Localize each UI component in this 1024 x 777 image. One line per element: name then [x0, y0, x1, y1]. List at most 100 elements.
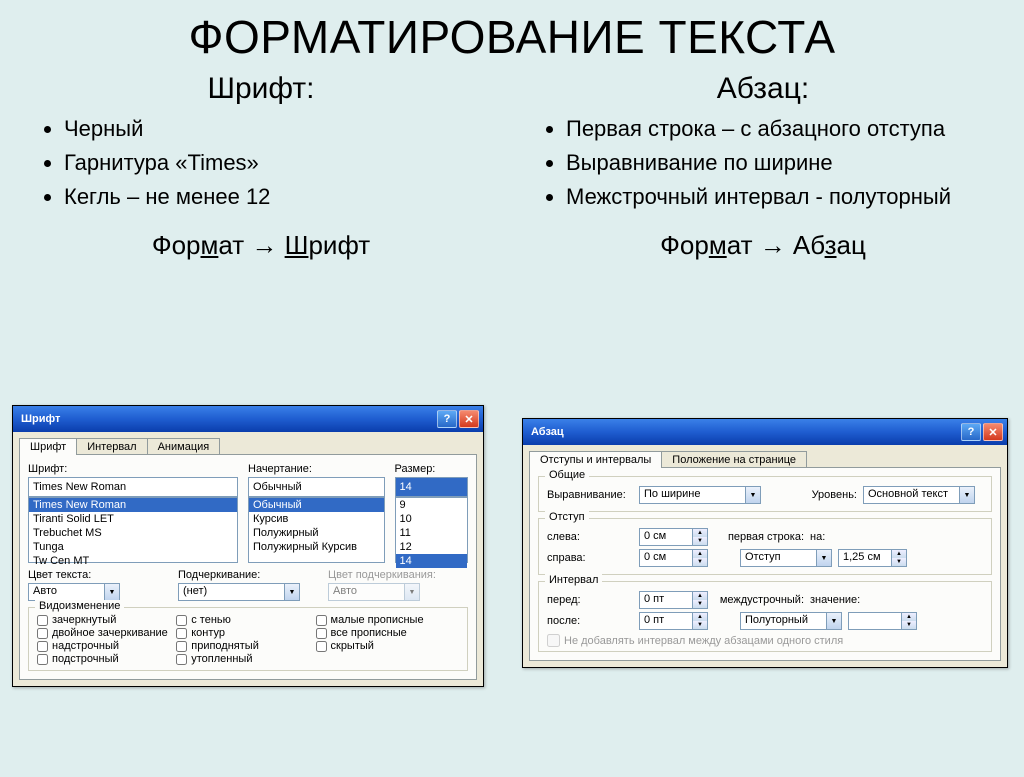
list-item[interactable]: Times New Roman	[29, 498, 237, 512]
spacing-before-label: перед:	[547, 594, 633, 606]
on-label: на:	[810, 531, 840, 543]
effect-checkbox[interactable]: подстрочный	[37, 653, 176, 665]
font-name-list[interactable]: Times New Roman Tiranti Solid LET Trebuc…	[28, 497, 238, 563]
list-item: Выравнивание по ширине	[566, 146, 1004, 180]
font-style-list[interactable]: Обычный Курсив Полужирный Полужирный Кур…	[248, 497, 385, 563]
font-name-input[interactable]: Times New Roman	[28, 477, 238, 497]
effect-checkbox[interactable]: приподнятый	[176, 640, 315, 652]
chevron-down-icon: ▼	[826, 613, 841, 629]
alignment-label: Выравнивание:	[547, 489, 633, 501]
general-legend: Общие	[545, 469, 589, 481]
tab-animation[interactable]: Анимация	[147, 438, 221, 455]
list-item: Первая строка – с абзацного отступа	[566, 112, 1004, 146]
chevron-down-icon: ▼	[284, 584, 299, 600]
list-item[interactable]: Tiranti Solid LET	[29, 512, 237, 526]
indent-left-label: слева:	[547, 531, 633, 543]
list-item[interactable]: Trebuchet MS	[29, 526, 237, 540]
font-style-label: Начертание:	[248, 463, 385, 475]
list-item[interactable]: Полужирный Курсив	[249, 540, 384, 554]
left-column: Шрифт: Черный Гарнитура «Times» Кегль – …	[20, 72, 502, 269]
close-button[interactable]: ✕	[983, 423, 1003, 441]
chevron-down-icon: ▼	[745, 487, 760, 503]
line-spacing-label: междустрочный:	[714, 594, 804, 606]
line-spacing-value-spinner[interactable]: ▲▼	[848, 612, 917, 630]
level-label: Уровень:	[767, 489, 857, 501]
font-dialog-titlebar: Шрифт ? ✕	[13, 406, 483, 432]
help-button[interactable]: ?	[961, 423, 981, 441]
spacing-before-spinner[interactable]: 0 пт▲▼	[639, 591, 708, 609]
indent-right-spinner[interactable]: 0 см▲▼	[639, 549, 708, 567]
effect-checkbox[interactable]: все прописные	[316, 627, 455, 639]
first-line-label: первая строка:	[714, 531, 804, 543]
font-size-input[interactable]: 14	[395, 477, 469, 497]
chevron-down-icon: ▼	[959, 487, 974, 503]
indent-left-spinner[interactable]: 0 см▲▼	[639, 528, 708, 546]
font-size-list[interactable]: 9 10 11 12 14	[395, 497, 469, 563]
chevron-down-icon: ▼	[404, 584, 419, 600]
list-item[interactable]: 14	[396, 554, 468, 568]
general-group: Общие Выравнивание: По ширине▼ Уровень: …	[538, 476, 992, 512]
font-name-label: Шрифт:	[28, 463, 238, 475]
no-space-same-style-checkbox: Не добавлять интервал между абзацами одн…	[547, 634, 983, 647]
underline-style-label: Подчеркивание:	[178, 569, 318, 581]
underline-style-combo[interactable]: (нет)▼	[178, 583, 300, 601]
paragraph-dialog-title: Абзац	[531, 426, 959, 438]
paragraph-dialog: Абзац ? ✕ Отступы и интервалы Положение …	[522, 418, 1008, 668]
paragraph-section-heading: Абзац:	[522, 72, 1004, 106]
list-item: Черный	[64, 112, 502, 146]
spacing-legend: Интервал	[545, 574, 602, 586]
font-dialog-tabs: Шрифт Интервал Анимация	[13, 432, 483, 455]
effect-checkbox[interactable]: контур	[176, 627, 315, 639]
slide-title: ФОРМАТИРОВАНИЕ ТЕКСТА	[0, 10, 1024, 64]
paragraph-dialog-titlebar: Абзац ? ✕	[523, 419, 1007, 445]
alignment-combo[interactable]: По ширине▼	[639, 486, 761, 504]
font-dialog-title: Шрифт	[21, 413, 435, 425]
font-size-label: Размер:	[395, 463, 469, 475]
spacing-after-label: после:	[547, 615, 633, 627]
first-line-value-spinner[interactable]: 1,25 см▲▼	[838, 549, 907, 567]
list-item[interactable]: 10	[396, 512, 468, 526]
tab-font[interactable]: Шрифт	[19, 438, 77, 455]
spacing-after-spinner[interactable]: 0 пт▲▼	[639, 612, 708, 630]
effect-checkbox[interactable]: малые прописные	[316, 614, 455, 626]
tab-page-position[interactable]: Положение на странице	[661, 451, 807, 468]
list-item[interactable]: Tunga	[29, 540, 237, 554]
list-item[interactable]: 9	[396, 498, 468, 512]
tab-spacing[interactable]: Интервал	[76, 438, 147, 455]
first-line-combo[interactable]: Отступ▼	[740, 549, 832, 567]
effect-checkbox[interactable]: утопленный	[176, 653, 315, 665]
spacing-value-label: значение:	[810, 594, 860, 606]
effect-checkbox[interactable]: зачеркнутый	[37, 614, 176, 626]
font-dialog: Шрифт ? ✕ Шрифт Интервал Анимация Шрифт:…	[12, 405, 484, 687]
effect-checkbox[interactable]: надстрочный	[37, 640, 176, 652]
font-color-combo[interactable]: Авто▼	[28, 583, 120, 601]
effect-checkbox[interactable]: с тенью	[176, 614, 315, 626]
spacing-group: Интервал перед: 0 пт▲▼ междустрочный: зн…	[538, 581, 992, 652]
tab-indents[interactable]: Отступы и интервалы	[529, 451, 662, 468]
font-section-heading: Шрифт:	[20, 72, 502, 106]
paragraph-tab-panel: Общие Выравнивание: По ширине▼ Уровень: …	[529, 467, 1001, 661]
list-item[interactable]: Курсив	[249, 512, 384, 526]
indent-right-label: справа:	[547, 552, 633, 564]
list-item[interactable]: Полужирный	[249, 526, 384, 540]
list-item[interactable]: Tw Cen MT	[29, 554, 237, 568]
list-item: Гарнитура «Times»	[64, 146, 502, 180]
line-spacing-combo[interactable]: Полуторный▼	[740, 612, 842, 630]
menu-path-paragraph: Формат → Абзац	[522, 230, 1004, 261]
help-button[interactable]: ?	[437, 410, 457, 428]
indent-legend: Отступ	[545, 511, 589, 523]
font-style-input[interactable]: Обычный	[248, 477, 385, 497]
list-item[interactable]: Обычный	[249, 498, 384, 512]
font-bullets: Черный Гарнитура «Times» Кегль – не мене…	[20, 112, 502, 214]
chevron-down-icon: ▼	[816, 550, 831, 566]
paragraph-dialog-tabs: Отступы и интервалы Положение на страниц…	[523, 445, 1007, 468]
menu-path-font: Формат → Шрифт	[20, 230, 502, 261]
chevron-down-icon: ▼	[104, 584, 119, 600]
close-button[interactable]: ✕	[459, 410, 479, 428]
list-item[interactable]: 12	[396, 540, 468, 554]
effect-checkbox[interactable]: скрытый	[316, 640, 455, 652]
list-item[interactable]: 11	[396, 526, 468, 540]
right-column: Абзац: Первая строка – с абзацного отсту…	[522, 72, 1004, 269]
effect-checkbox[interactable]: двойное зачеркивание	[37, 627, 176, 639]
level-combo[interactable]: Основной текст▼	[863, 486, 975, 504]
